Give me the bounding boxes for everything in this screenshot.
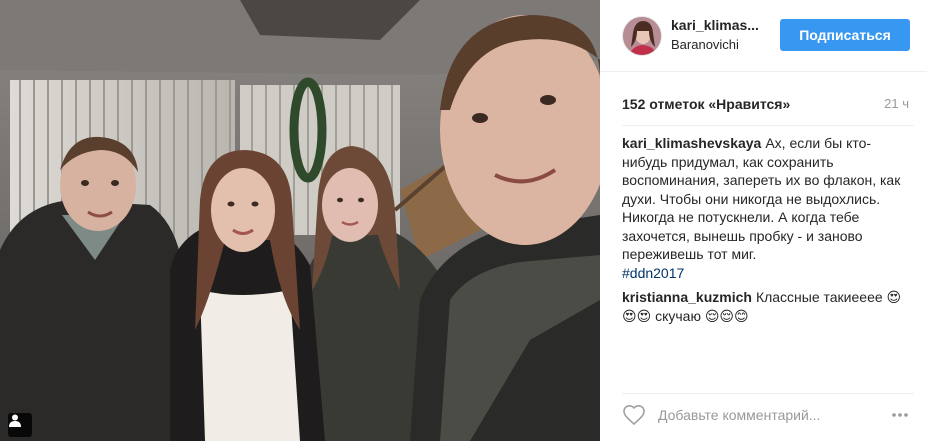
comment-caption: kari_klimashevskaya Ах, если бы кто-нибуд… — [622, 134, 914, 282]
post-location[interactable]: Baranovichi — [671, 37, 739, 52]
likes-count[interactable]: 152 отметок «Нравится» — [622, 96, 790, 112]
follow-button[interactable]: Подписаться — [780, 19, 910, 51]
post-timestamp[interactable]: 21 ч — [884, 96, 909, 111]
post-footer — [622, 393, 914, 433]
post-header: kari_klimas... Baranovichi Подписаться — [600, 0, 927, 72]
post-author-username[interactable]: kari_klimas... — [671, 17, 759, 33]
avatar[interactable] — [622, 16, 662, 56]
user-tag-icon[interactable] — [8, 413, 32, 437]
comment-author[interactable]: kristianna_kuzmich — [622, 289, 752, 305]
post-side-panel: kari_klimas... Baranovichi Подписаться 1… — [600, 0, 927, 441]
comments-list: kari_klimashevskaya Ах, если бы кто-нибуд… — [622, 125, 914, 331]
post-photo[interactable] — [0, 0, 600, 441]
hashtag-link[interactable]: #ddn2017 — [622, 264, 914, 283]
more-options-icon[interactable] — [890, 405, 910, 425]
photo-illustration — [0, 0, 600, 441]
comment-author[interactable]: kari_klimashevskaya — [622, 135, 761, 151]
comment-input[interactable] — [658, 403, 878, 427]
comment-text: Ах, если бы кто-нибудь придумал, как сох… — [622, 135, 901, 262]
heart-icon[interactable] — [622, 403, 646, 427]
comment-item: kristianna_kuzmich Классные такиееее 😍😍😍 … — [622, 288, 914, 325]
